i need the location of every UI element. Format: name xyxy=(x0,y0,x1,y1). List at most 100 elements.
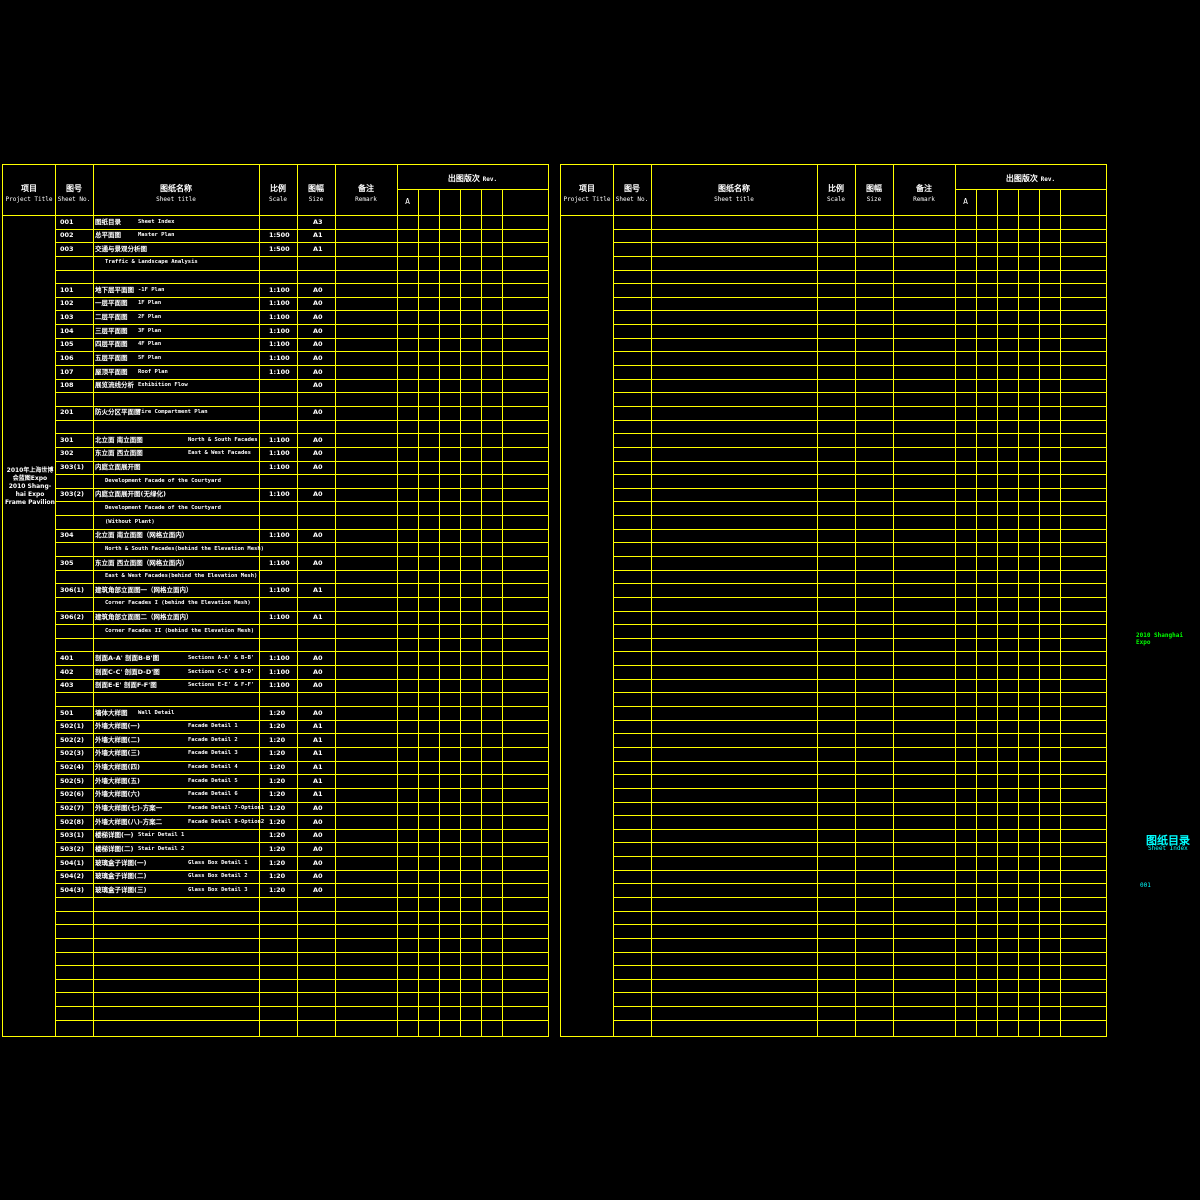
grid-hline-rev xyxy=(397,189,548,190)
header-sheet-no-cn: 图号 xyxy=(624,184,640,193)
grid-hline xyxy=(613,965,1106,967)
sheet-size: A0 xyxy=(313,531,323,540)
header-remark: 备注 Remark xyxy=(335,185,397,203)
sheet-scale: 1:20 xyxy=(269,735,286,744)
project-title: 2010年上海世博会蓝图Expo 2010 Shang-hai Expo Fra… xyxy=(5,467,55,506)
expo-label: 2010 Shanghai Expo xyxy=(1136,632,1183,646)
header-sheet-no: 图号 Sheet No. xyxy=(55,185,93,203)
grid-hline xyxy=(613,665,1106,667)
header-project-cn: 项目 xyxy=(579,184,595,193)
sheet-title-cn: 楼梯详图(一) xyxy=(95,831,134,840)
index-sheet-left: 项目 Project Title 图号 Sheet No. 图纸名称 Sheet titl… xyxy=(2,164,549,1037)
grid-hline xyxy=(613,596,1106,598)
grid-hline xyxy=(613,542,1106,544)
header-sheet-no-cn: 图号 xyxy=(66,184,82,193)
sheet-title-en: East & West Facades(behind the Elevation… xyxy=(105,573,258,580)
sheet-title-cn: 北立面 南立面图 xyxy=(95,435,143,444)
grid-hline xyxy=(613,433,1106,435)
header-scale-cn: 比例 xyxy=(828,184,844,193)
revision-a: A xyxy=(963,197,968,206)
sheet-title-cn: 展览流线分析 xyxy=(95,381,134,390)
sheet-title-en: 5F Plan xyxy=(138,354,162,361)
grid-hline xyxy=(613,269,1106,271)
sheet-scale: 1:100 xyxy=(269,667,290,676)
grid-vline xyxy=(335,165,336,1036)
grid-hline xyxy=(613,242,1106,244)
sheet-no: 101 xyxy=(60,285,74,294)
grid-hline xyxy=(613,337,1106,339)
sheet-no: 002 xyxy=(60,231,74,240)
sheet-title-cn: 剖面A-A' 剖面B-B'图 xyxy=(95,653,160,662)
grid-vline xyxy=(893,165,894,1036)
sheet-no: 003 xyxy=(60,244,74,253)
grid-vline xyxy=(976,189,977,1036)
sheet-title-en: East & West Facades xyxy=(188,450,251,457)
sheet-no: 502(3) xyxy=(60,749,85,758)
grid-hline xyxy=(55,706,548,708)
grid-hline xyxy=(613,324,1106,326)
grid-hline xyxy=(613,419,1106,421)
grid-hline xyxy=(55,692,548,694)
sheet-no: 502(6) xyxy=(60,790,85,799)
sheet-size: A0 xyxy=(313,872,323,881)
sheet-title-cn: 东立面 西立面图（网格立面内） xyxy=(95,558,189,567)
sheet-title-en: Stair Detail 2 xyxy=(138,845,185,852)
sheet-size: A1 xyxy=(313,722,323,731)
sheet-size: A0 xyxy=(313,831,323,840)
sheet-size: A0 xyxy=(313,312,323,321)
grid-hline xyxy=(55,951,548,953)
sheet-title-cn: 外墙大样图(四) xyxy=(95,763,140,772)
header-remark-cn: 备注 xyxy=(916,184,932,193)
grid-hline xyxy=(613,296,1106,298)
sheet-title-en: -1F Plan xyxy=(138,286,165,293)
grid-vline xyxy=(297,165,298,1036)
sheet-title-cn: 外墙大样图(七)-方案一 xyxy=(95,804,163,813)
header-revision-cn: 出图版次 xyxy=(447,174,483,183)
sheet-scale: 1:20 xyxy=(269,872,286,881)
sheet-size: A0 xyxy=(313,817,323,826)
header-size-en: Size xyxy=(308,196,324,203)
sheet-title-en: Facade Detail 5 xyxy=(188,777,238,784)
grid-hline xyxy=(613,556,1106,557)
grid-hline xyxy=(613,446,1106,448)
grid-vline xyxy=(855,165,856,1036)
header-revision: 出图版次 Rev. xyxy=(397,173,548,184)
sheet-size: A1 xyxy=(313,585,323,594)
sheet-title-en: (Without Plant) xyxy=(105,518,155,525)
sheet-title-en: 1F Plan xyxy=(138,300,162,307)
grid-hline xyxy=(613,706,1106,708)
grid-hline xyxy=(613,228,1106,230)
sheet-title-cn: 五层平面图 xyxy=(95,353,128,362)
header-remark-en: Remark xyxy=(355,196,377,203)
header-sheet-title-cn: 图纸名称 xyxy=(160,184,192,193)
grid-hline xyxy=(613,992,1106,994)
sheet-title-cn: 二层平面图 xyxy=(95,312,128,321)
sheet-title-en: Facade Detail 2 xyxy=(188,736,238,743)
header-sheet-title-en: Sheet title xyxy=(714,196,754,203)
sheet-no: 104 xyxy=(60,326,74,335)
sheet-scale: 1:100 xyxy=(269,367,290,376)
sheet-size: A0 xyxy=(313,353,323,362)
sheet-title-cn: 北立面 南立面图（网格立面内） xyxy=(95,531,189,540)
sheet-scale: 1:500 xyxy=(269,244,290,253)
sheet-scale: 1:20 xyxy=(269,763,286,772)
sheet-no: 503(1) xyxy=(60,831,85,840)
grid-vline xyxy=(397,165,398,1036)
sheet-scale: 1:20 xyxy=(269,722,286,731)
sheet-size: A0 xyxy=(313,367,323,376)
grid-hline xyxy=(613,978,1106,980)
grid-vline xyxy=(418,189,419,1036)
sheet-title-cn: 玻璃盒子详图(三) xyxy=(95,885,147,894)
sheet-no: 306(1) xyxy=(60,585,85,594)
sheet-title-en: Corner Facades II (behind the Elevation … xyxy=(105,627,255,634)
grid-hline xyxy=(55,365,548,367)
sheet-title-cn: 建筑角部立面图二（网格立面内） xyxy=(95,613,193,622)
grid-hline xyxy=(55,324,548,326)
sheet-title-en: Exhibition Flow xyxy=(138,382,188,389)
sheet-title-en: Facade Detail 3 xyxy=(188,750,238,757)
sheet-title-cn: 外墙大样图(一) xyxy=(95,722,140,731)
sheet-title-cn: 外墙大样图(六) xyxy=(95,790,140,799)
header-sheet-no-en: Sheet No. xyxy=(615,196,649,203)
grid-hline xyxy=(55,337,548,339)
sheet-no: 107 xyxy=(60,367,74,376)
